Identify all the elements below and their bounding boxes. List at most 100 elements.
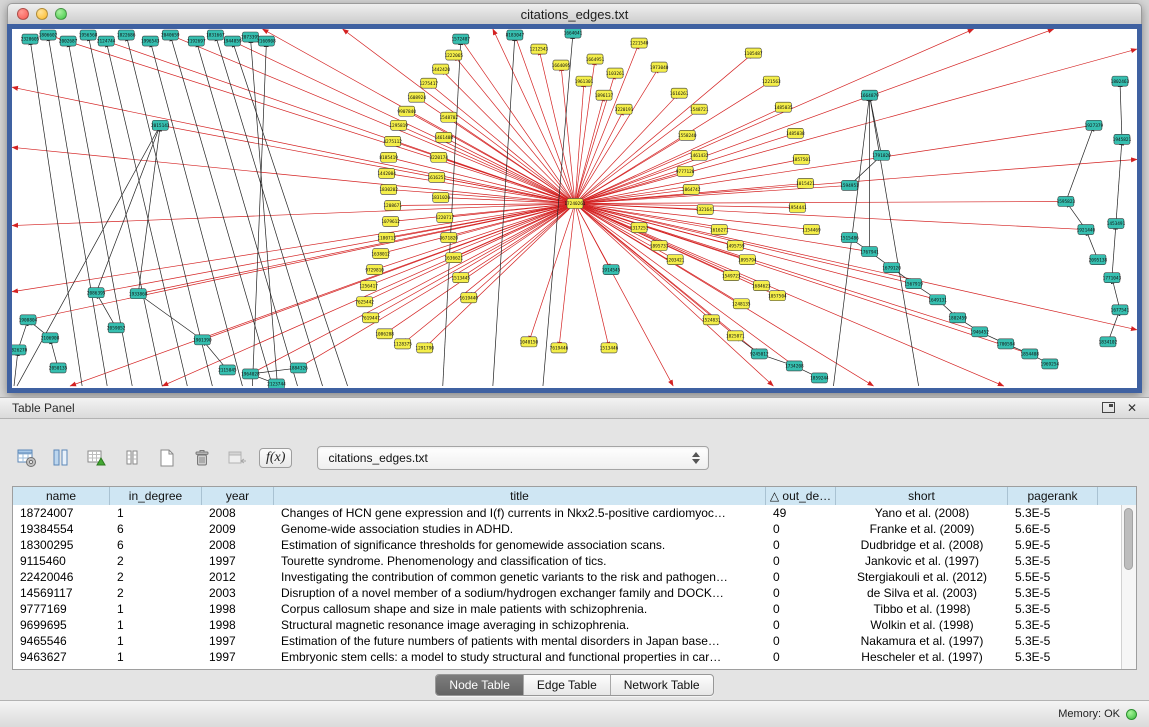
close-panel-icon[interactable]: ✕ xyxy=(1127,402,1137,414)
graph-node[interactable]: 1025871 xyxy=(726,331,745,341)
graph-node[interactable]: 1485035 xyxy=(774,102,793,112)
graph-node[interactable]: 1684623 xyxy=(752,281,771,291)
graph-node[interactable]: 1567919 xyxy=(904,279,923,289)
table-settings-icon[interactable] xyxy=(14,445,40,471)
graph-node[interactable]: 1859244 xyxy=(810,373,829,383)
graph-node[interactable]: 1548721 xyxy=(690,104,709,114)
column-header-out_degree[interactable]: △ out_de… xyxy=(766,487,836,505)
network-canvas[interactable]: 1724026123206051806602200268719565682124… xyxy=(12,29,1137,388)
graph-node[interactable]: 9729810 xyxy=(365,265,384,275)
network-window-titlebar[interactable]: citations_edges.txt xyxy=(7,3,1142,24)
graph-node[interactable]: 3220174 xyxy=(429,152,448,162)
column-header-in_degree[interactable]: in_degree xyxy=(110,487,202,505)
graph-node[interactable]: 1495759 xyxy=(726,241,745,251)
graph-node[interactable]: 1908804 xyxy=(19,315,38,325)
graph-node[interactable]: 1057504 xyxy=(768,291,787,301)
row-selection-icon[interactable] xyxy=(119,445,145,471)
float-panel-icon[interactable] xyxy=(1102,402,1115,415)
graph-node[interactable]: 1946452 xyxy=(970,327,989,337)
graph-node[interactable]: 1649131 xyxy=(928,295,947,305)
window-close-button[interactable] xyxy=(17,8,29,20)
graph-node[interactable]: 1638012 xyxy=(371,249,390,259)
graph-node[interactable]: 2015143 xyxy=(151,120,170,130)
graph-node[interactable]: 7625442 xyxy=(355,297,374,307)
graph-node[interactable]: 1524831 xyxy=(702,315,721,325)
column-header-year[interactable]: year xyxy=(202,487,274,505)
graph-node[interactable]: 1105487 xyxy=(744,48,763,58)
table-row[interactable]: 1938455462009Genome-wide association stu… xyxy=(13,521,1121,537)
table-row[interactable]: 911546021997Tourette syndrome. Phenomeno… xyxy=(13,553,1121,569)
graph-node[interactable]: 1220717 xyxy=(435,213,454,223)
table-row[interactable]: 946362711997Embryonic stem cells: a mode… xyxy=(13,649,1121,665)
graph-node[interactable]: 1964028 xyxy=(241,369,260,379)
graph-node[interactable]: 1802459 xyxy=(948,313,967,323)
graph-node[interactable]: 1616261 xyxy=(670,88,689,98)
graph-node[interactable]: 1973040 xyxy=(650,62,669,72)
table-row[interactable]: 969969511998Structural magnetic resonanc… xyxy=(13,617,1121,633)
column-header-name[interactable]: name xyxy=(13,487,110,505)
graph-node[interactable]: 7619446 xyxy=(550,343,569,353)
graph-node[interactable]: 1616271 xyxy=(710,225,729,235)
graph-node[interactable]: 2160908 xyxy=(257,36,276,46)
window-zoom-button[interactable] xyxy=(55,8,67,20)
graph-node[interactable]: 1275417 xyxy=(419,78,438,88)
graph-node[interactable]: 1221563 xyxy=(762,76,781,86)
edit-table-icon[interactable] xyxy=(84,445,110,471)
graph-node[interactable]: 1802463 xyxy=(1111,76,1130,86)
table-row[interactable]: 1872400712008Changes of HCN gene express… xyxy=(13,505,1121,521)
graph-node[interactable]: 1103261 xyxy=(606,68,625,78)
tab-edge-table[interactable]: Edge Table xyxy=(524,675,611,695)
graph-node[interactable]: 1664879 xyxy=(860,90,879,100)
function-builder-button[interactable]: f(x) xyxy=(259,448,292,468)
graph-node[interactable]: 1291790 xyxy=(415,343,434,353)
graph-node[interactable]: 1595823 xyxy=(1057,196,1076,206)
graph-node[interactable]: 1996543 xyxy=(141,36,160,46)
graph-node[interactable]: 1734208 xyxy=(785,361,804,371)
graph-node[interactable]: 1771043 xyxy=(1103,273,1122,283)
graph-node[interactable]: 1679120 xyxy=(882,263,901,273)
scrollbar-thumb[interactable] xyxy=(1124,508,1133,570)
graph-node[interactable]: 3220191 xyxy=(615,104,634,114)
graph-node[interactable]: 1515486 xyxy=(840,233,859,243)
graph-node[interactable]: 4275112 xyxy=(383,136,402,146)
graph-node[interactable]: 1767941 xyxy=(860,247,879,257)
graph-node[interactable]: 1208671 xyxy=(383,200,402,210)
graph-node[interactable]: 1548702 xyxy=(439,112,458,122)
graph-node[interactable]: 2040659 xyxy=(161,30,180,40)
graph-node[interactable]: 2320605 xyxy=(21,34,40,44)
table-selector-dropdown[interactable]: citations_edges.txt xyxy=(317,446,709,470)
graph-node[interactable]: 1321641 xyxy=(696,204,715,214)
column-header-title[interactable]: title xyxy=(274,487,766,505)
graph-node[interactable]: 1961301 xyxy=(575,76,594,86)
tab-network-table[interactable]: Network Table xyxy=(611,675,713,695)
graph-node[interactable]: 1180713 xyxy=(377,233,396,243)
table-row[interactable]: 946554611997Estimation of the future num… xyxy=(13,633,1121,649)
graph-node[interactable]: 1485038 xyxy=(786,128,805,138)
graph-node[interactable]: 1933868 xyxy=(129,289,148,299)
new-table-icon[interactable] xyxy=(154,445,180,471)
graph-node[interactable]: 1954441 xyxy=(788,202,807,212)
table-row[interactable]: 977716911998Corpus callosum shape and si… xyxy=(13,601,1121,617)
graph-node[interactable]: 2115045 xyxy=(218,365,237,375)
graph-node[interactable]: 1927379 xyxy=(1085,120,1104,130)
graph-node[interactable]: 1616251 xyxy=(427,172,446,182)
network-graph[interactable]: 1724026123206051806602200268719565682124… xyxy=(12,29,1137,388)
graph-node[interactable]: 1901390 xyxy=(193,335,212,345)
graph-node[interactable]: 1831667 xyxy=(206,30,225,40)
graph-node[interactable]: 1256417 xyxy=(359,281,378,291)
graph-node[interactable]: 1884326 xyxy=(289,363,308,373)
graph-node[interactable]: 1442420 xyxy=(431,64,450,74)
graph-node[interactable]: 1064742 xyxy=(682,184,701,194)
graph-node[interactable]: 1619440 xyxy=(460,293,479,303)
graph-node[interactable]: 1442004 xyxy=(377,168,396,178)
window-minimize-button[interactable] xyxy=(36,8,48,20)
table-row[interactable]: 1456911722003Disruption of a novel membe… xyxy=(13,585,1121,601)
graph-node[interactable]: 7619447 xyxy=(361,313,380,323)
graph-node[interactable]: 2123744 xyxy=(267,379,286,388)
graph-node[interactable]: 1513445 xyxy=(452,273,471,283)
graph-node[interactable]: 1791820 xyxy=(872,150,891,160)
graph-node[interactable]: 1572487 xyxy=(452,34,471,44)
graph-node[interactable]: 1969254 xyxy=(1041,359,1060,369)
graph-node[interactable]: 1221540 xyxy=(630,38,649,48)
graph-node[interactable]: 17240261 xyxy=(564,198,586,208)
